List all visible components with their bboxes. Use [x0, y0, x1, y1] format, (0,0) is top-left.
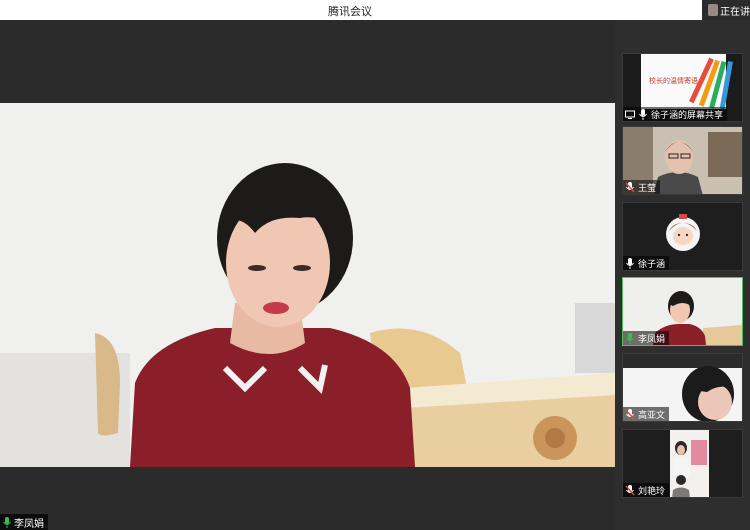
participant-name: 徐子涵的屏幕共享	[651, 110, 724, 121]
speaker-avatar-icon	[708, 4, 718, 16]
mic-active-icon	[625, 332, 635, 344]
slide-title: 校长的温情寄语	[649, 77, 698, 85]
participant-name: 李凤娟	[638, 334, 666, 345]
mic-muted-icon	[625, 181, 635, 193]
participant-name: 高亚文	[638, 410, 666, 421]
mic-icon	[638, 108, 648, 120]
window-title: 腾讯会议	[328, 5, 372, 18]
participant-label: 刘艳玲	[623, 483, 670, 497]
participant-name: 徐子涵	[638, 259, 666, 270]
main-speaker-label: 李凤娟	[0, 514, 48, 530]
mic-muted-icon	[625, 484, 635, 496]
main-speaker-name: 李凤娟	[14, 518, 44, 530]
participant-tile-xuzihan[interactable]: 徐子涵	[622, 202, 743, 271]
main-stage: 李凤娟	[0, 20, 615, 530]
mic-muted-icon	[625, 408, 635, 420]
participant-label: 王莹	[623, 180, 661, 194]
recording-indicator[interactable]: 正在讲	[702, 0, 750, 20]
mic-icon	[2, 516, 12, 528]
participant-tile-lifengjuan[interactable]: 李凤娟	[622, 277, 743, 346]
participant-tile-gaoyawen[interactable]: 高亚文	[622, 353, 743, 422]
main-speaker-video[interactable]	[0, 103, 615, 467]
participant-tile-wangying[interactable]: 王莹	[622, 126, 743, 195]
participant-name: 刘艳玲	[638, 486, 666, 497]
mic-icon	[625, 257, 635, 269]
speaker-video-frame	[0, 103, 615, 467]
participant-label: 李凤娟	[623, 331, 670, 345]
speaking-status-text: 正在讲	[720, 7, 750, 18]
screen-share-icon	[625, 109, 635, 120]
participant-tile-liuyanling[interactable]: 刘艳玲	[622, 429, 743, 498]
participant-label: 徐子涵	[623, 256, 670, 270]
participant-sidebar: 校长的温情寄语 徐子涵的屏幕共享 王莹 徐子涵 李凤娟 高亚文 刘艳玲	[615, 20, 750, 530]
participant-name: 王莹	[638, 183, 657, 194]
participant-tile-screenshare[interactable]: 校长的温情寄语 徐子涵的屏幕共享	[622, 53, 743, 122]
participant-label: 徐子涵的屏幕共享	[623, 107, 728, 121]
title-bar: 腾讯会议 正在讲	[0, 0, 750, 20]
participant-label: 高亚文	[623, 407, 670, 421]
